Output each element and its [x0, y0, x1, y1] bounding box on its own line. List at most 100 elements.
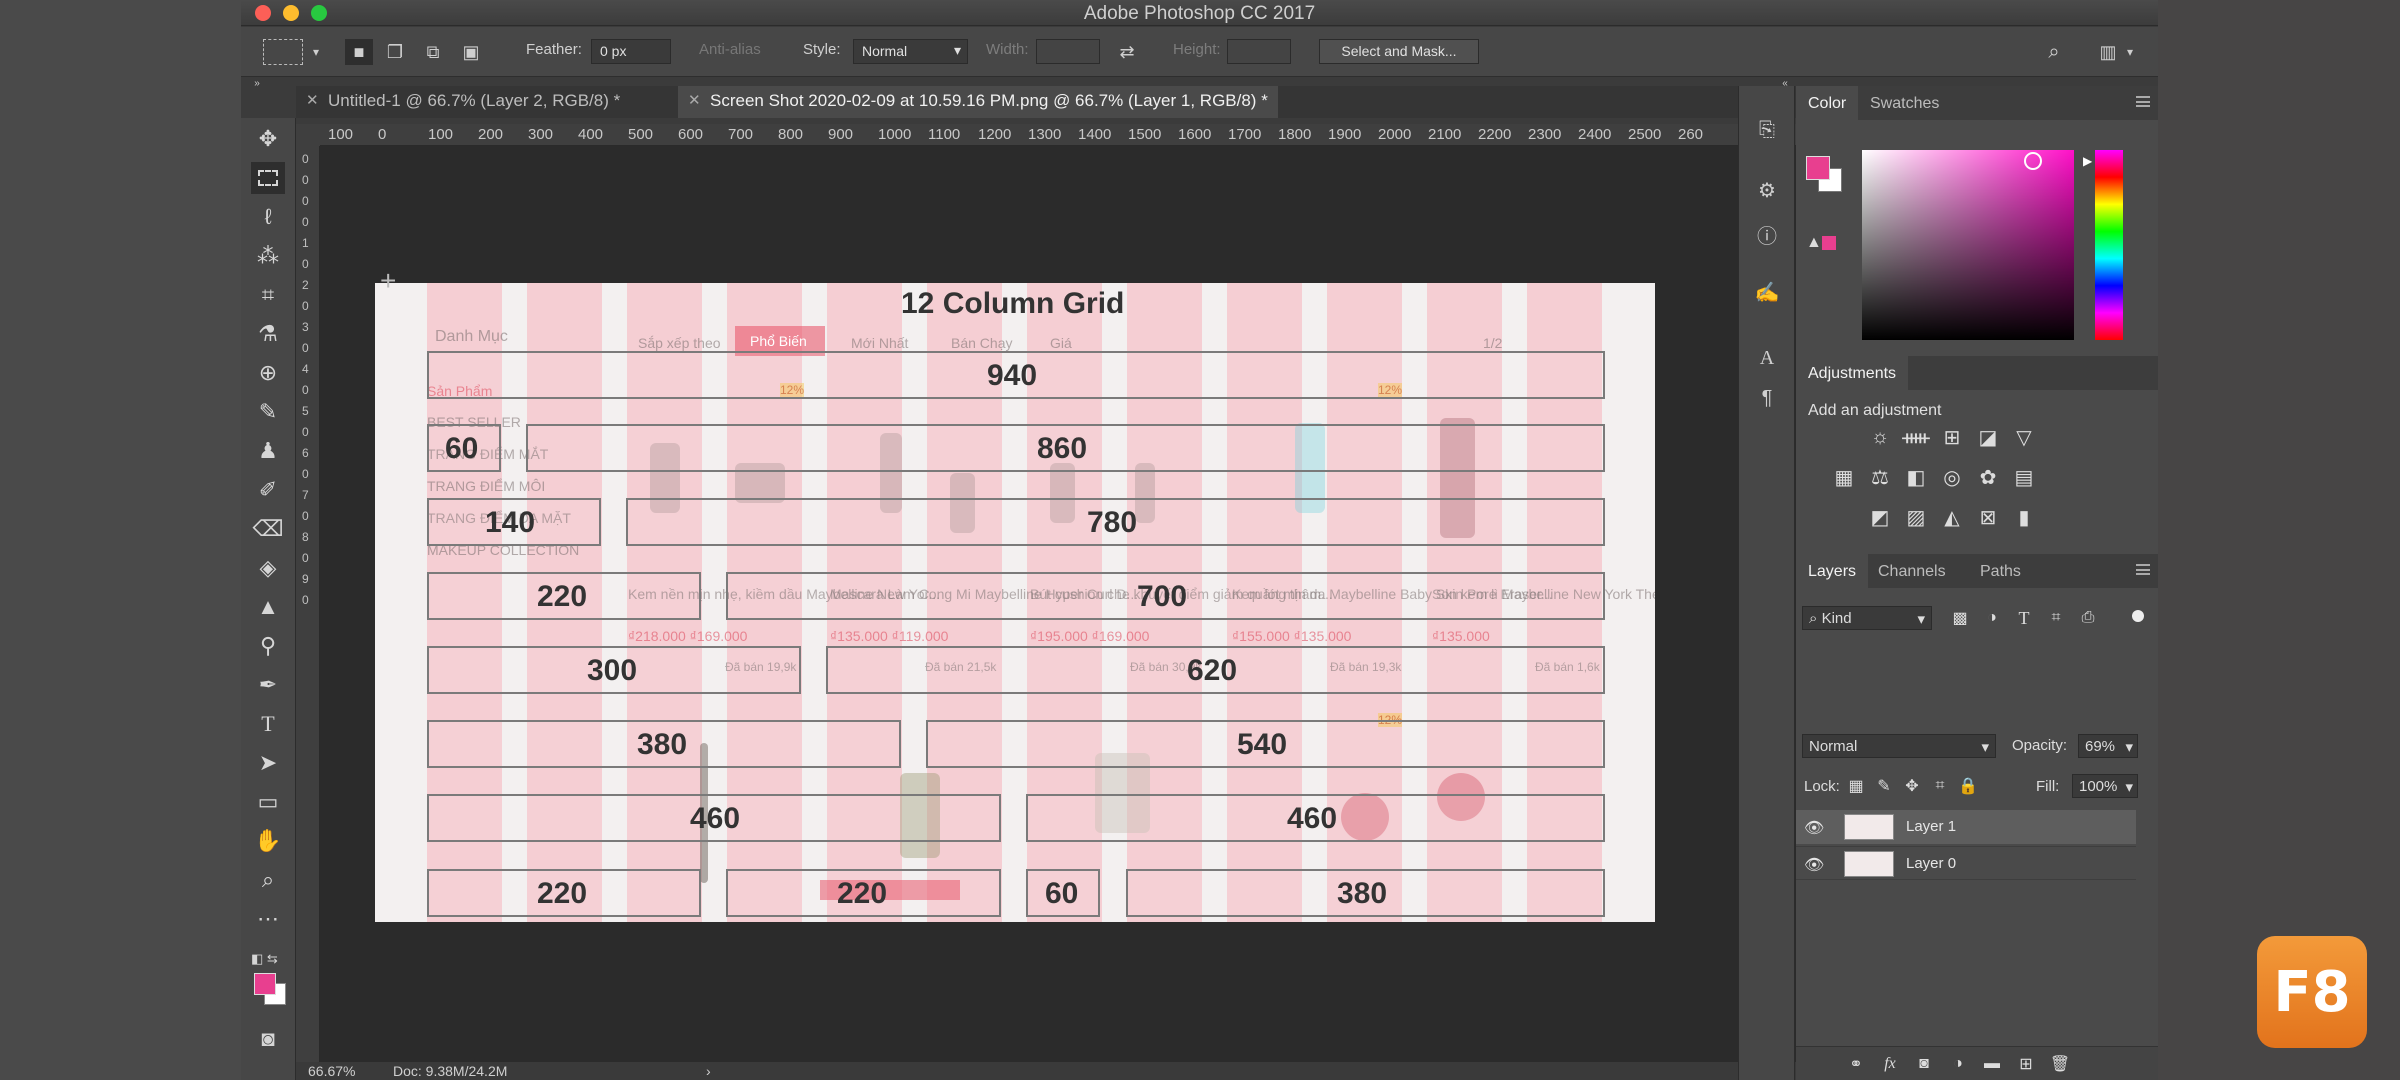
curves-icon[interactable]: ⊞ — [1940, 426, 1964, 449]
new-group-icon[interactable]: ▬ — [1980, 1053, 2004, 1075]
new-selection-icon[interactable]: ■ — [345, 39, 373, 65]
filter-toggle[interactable] — [2132, 610, 2144, 622]
feather-input[interactable]: 0 px — [591, 39, 671, 64]
layer-row-layer-0[interactable]: 👁 Layer 0 — [1796, 846, 2136, 880]
panel-menu-icon[interactable] — [2136, 564, 2150, 575]
pen-tool-icon[interactable]: ✒ — [251, 669, 285, 701]
new-layer-icon[interactable]: ⊞ — [2014, 1053, 2038, 1075]
lock-position-icon[interactable]: ✥ — [1900, 775, 1924, 797]
clone-stamp-tool-icon[interactable]: ♟ — [251, 435, 285, 467]
document-canvas[interactable]: Danh Mục Sắp xếp theo Phổ Biến Mới Nhất … — [375, 283, 1655, 922]
tab-channels[interactable]: Channels — [1866, 554, 1958, 588]
link-layers-icon[interactable]: ⚭ — [1844, 1053, 1868, 1075]
history-brush-tool-icon[interactable]: ✐ — [251, 474, 285, 506]
marquee-preset-icon[interactable] — [263, 39, 303, 65]
add-selection-icon[interactable]: ❐ — [381, 39, 409, 65]
marquee-tool-icon[interactable] — [251, 162, 285, 194]
blur-tool-icon[interactable]: ▲ — [251, 591, 285, 623]
exposure-icon[interactable]: ◪ — [1976, 426, 2000, 449]
blend-mode-select[interactable]: Normal ▾ — [1802, 734, 1996, 758]
quick-mask-icon[interactable]: ◙ — [251, 1023, 285, 1055]
antialias-checkbox[interactable]: Anti-alias — [699, 41, 761, 58]
invert-icon[interactable]: ◩ — [1868, 506, 1892, 529]
width-input[interactable] — [1036, 39, 1100, 64]
eye-icon[interactable]: 👁 — [1804, 818, 1824, 838]
more-tools-icon[interactable]: ⋯ — [251, 903, 285, 935]
filter-adjustment-icon[interactable]: ◑ — [1980, 607, 2004, 629]
new-adjustment-layer-icon[interactable]: ◑ — [1946, 1053, 1970, 1075]
filter-pixel-icon[interactable]: ▩ — [1948, 607, 1972, 629]
filter-smart-object-icon[interactable]: ⎙ — [2076, 607, 2100, 629]
selective-color-icon[interactable]: ⊠ — [1976, 506, 2000, 529]
type-tool-icon[interactable]: T — [251, 708, 285, 740]
channel-mixer-icon[interactable]: ✿ — [1976, 466, 2000, 489]
opacity-input[interactable]: 69% ▾ — [2078, 734, 2138, 758]
style-select[interactable]: Normal ▾ — [853, 39, 968, 64]
filter-shape-icon[interactable]: ⌗ — [2044, 607, 2068, 629]
threshold-icon[interactable]: ◭ — [1940, 506, 1964, 529]
eye-icon[interactable]: 👁 — [1804, 855, 1824, 875]
layer-row-layer-1[interactable]: 👁 Layer 1 — [1796, 810, 2136, 844]
trash-icon[interactable]: 🗑 — [2048, 1053, 2072, 1075]
tab-screenshot[interactable]: ✕ Screen Shot 2020-02-09 at 10.59.16 PM.p… — [678, 86, 1278, 118]
gradient-map-icon[interactable]: ▮ — [2012, 506, 2036, 529]
magic-wand-tool-icon[interactable]: ⁂ — [251, 240, 285, 272]
crop-tool-icon[interactable]: ⌗ — [251, 279, 285, 311]
color-lookup-icon[interactable]: ▤ — [2012, 466, 2036, 489]
paragraph-panel-icon[interactable]: ¶ — [1753, 384, 1781, 412]
collapse-toolbar-icon[interactable]: » — [249, 78, 265, 89]
gamut-color-swatch[interactable] — [1822, 236, 1836, 250]
add-mask-icon[interactable]: ◙ — [1912, 1053, 1936, 1075]
search-icon[interactable]: ⌕ — [2040, 39, 2068, 65]
height-input[interactable] — [1227, 39, 1291, 64]
brush-tool-icon[interactable]: ✎ — [251, 396, 285, 428]
lock-all-icon[interactable]: 🔒 — [1956, 775, 1980, 797]
healing-brush-tool-icon[interactable]: ⊕ — [251, 357, 285, 389]
brightness-icon[interactable]: ☼ — [1868, 426, 1892, 448]
move-tool-icon[interactable]: ✥ — [251, 123, 285, 155]
lock-pixels-icon[interactable]: ✎ — [1872, 775, 1896, 797]
tab-untitled[interactable]: ✕ Untitled-1 @ 66.7% (Layer 2, RGB/8) * — [296, 86, 630, 118]
swap-dimensions-icon[interactable]: ⇄ — [1116, 41, 1138, 63]
levels-icon[interactable]: ᚔ — [1902, 426, 1929, 449]
photo-filter-icon[interactable]: ◎ — [1940, 466, 1964, 489]
eyedropper-tool-icon[interactable]: ⚗ — [251, 318, 285, 350]
brushes-panel-icon[interactable]: ✍ — [1753, 278, 1781, 306]
select-and-mask-button[interactable]: Select and Mask... — [1319, 39, 1479, 64]
lock-artboard-icon[interactable]: ⌗ — [1928, 775, 1952, 797]
close-tab-icon[interactable]: ✕ — [306, 91, 319, 109]
tab-color[interactable]: Color — [1796, 86, 1859, 120]
intersect-selection-icon[interactable]: ▣ — [457, 39, 485, 65]
chevron-down-icon[interactable]: ▾ — [311, 39, 321, 65]
rectangle-tool-icon[interactable]: ▭ — [251, 786, 285, 818]
subtract-selection-icon[interactable]: ⧉ — [419, 39, 447, 65]
history-panel-icon[interactable]: ⎘ — [1753, 116, 1781, 144]
zoom-tool-icon[interactable]: ⌕ — [251, 864, 285, 896]
zoom-level[interactable]: 66.67% — [308, 1063, 355, 1079]
info-panel-icon[interactable]: ⓘ — [1753, 220, 1781, 248]
black-white-icon[interactable]: ◧ — [1904, 466, 1928, 489]
canvas-area[interactable]: Danh Mục Sắp xếp theo Phổ Biến Mới Nhất … — [320, 146, 1957, 1062]
tab-adjustments[interactable]: Adjustments — [1796, 356, 1909, 390]
fill-input[interactable]: 100% ▾ — [2072, 774, 2138, 798]
lasso-tool-icon[interactable]: ℓ — [251, 201, 285, 233]
lock-transparent-icon[interactable]: ▦ — [1844, 775, 1868, 797]
hue-slider-pointer-icon[interactable]: ▶ — [2083, 154, 2092, 168]
path-selection-tool-icon[interactable]: ➤ — [251, 747, 285, 779]
hue-slider[interactable] — [2095, 150, 2123, 340]
workspace-icon[interactable]: ▥ — [2094, 39, 2122, 65]
properties-panel-icon[interactable]: ⚙ — [1753, 176, 1781, 204]
dodge-tool-icon[interactable]: ⚲ — [251, 630, 285, 662]
layer-style-icon[interactable]: fx — [1878, 1053, 1902, 1075]
close-tab-icon[interactable]: ✕ — [688, 91, 701, 109]
color-foreground-swatch[interactable] — [1806, 156, 1830, 180]
chevron-down-icon[interactable]: ▾ — [2122, 39, 2138, 65]
paint-bucket-tool-icon[interactable]: ◈ — [251, 552, 285, 584]
foreground-color-swatch[interactable] — [254, 973, 276, 995]
tab-layers[interactable]: Layers — [1796, 554, 1869, 588]
default-colors-icon[interactable]: ◧ ⇆ — [251, 943, 285, 975]
color-picker-handle[interactable] — [2024, 152, 2042, 170]
panel-menu-icon[interactable] — [2136, 96, 2150, 107]
hand-tool-icon[interactable]: ✋ — [251, 825, 285, 857]
eraser-tool-icon[interactable]: ⌫ — [251, 513, 285, 545]
